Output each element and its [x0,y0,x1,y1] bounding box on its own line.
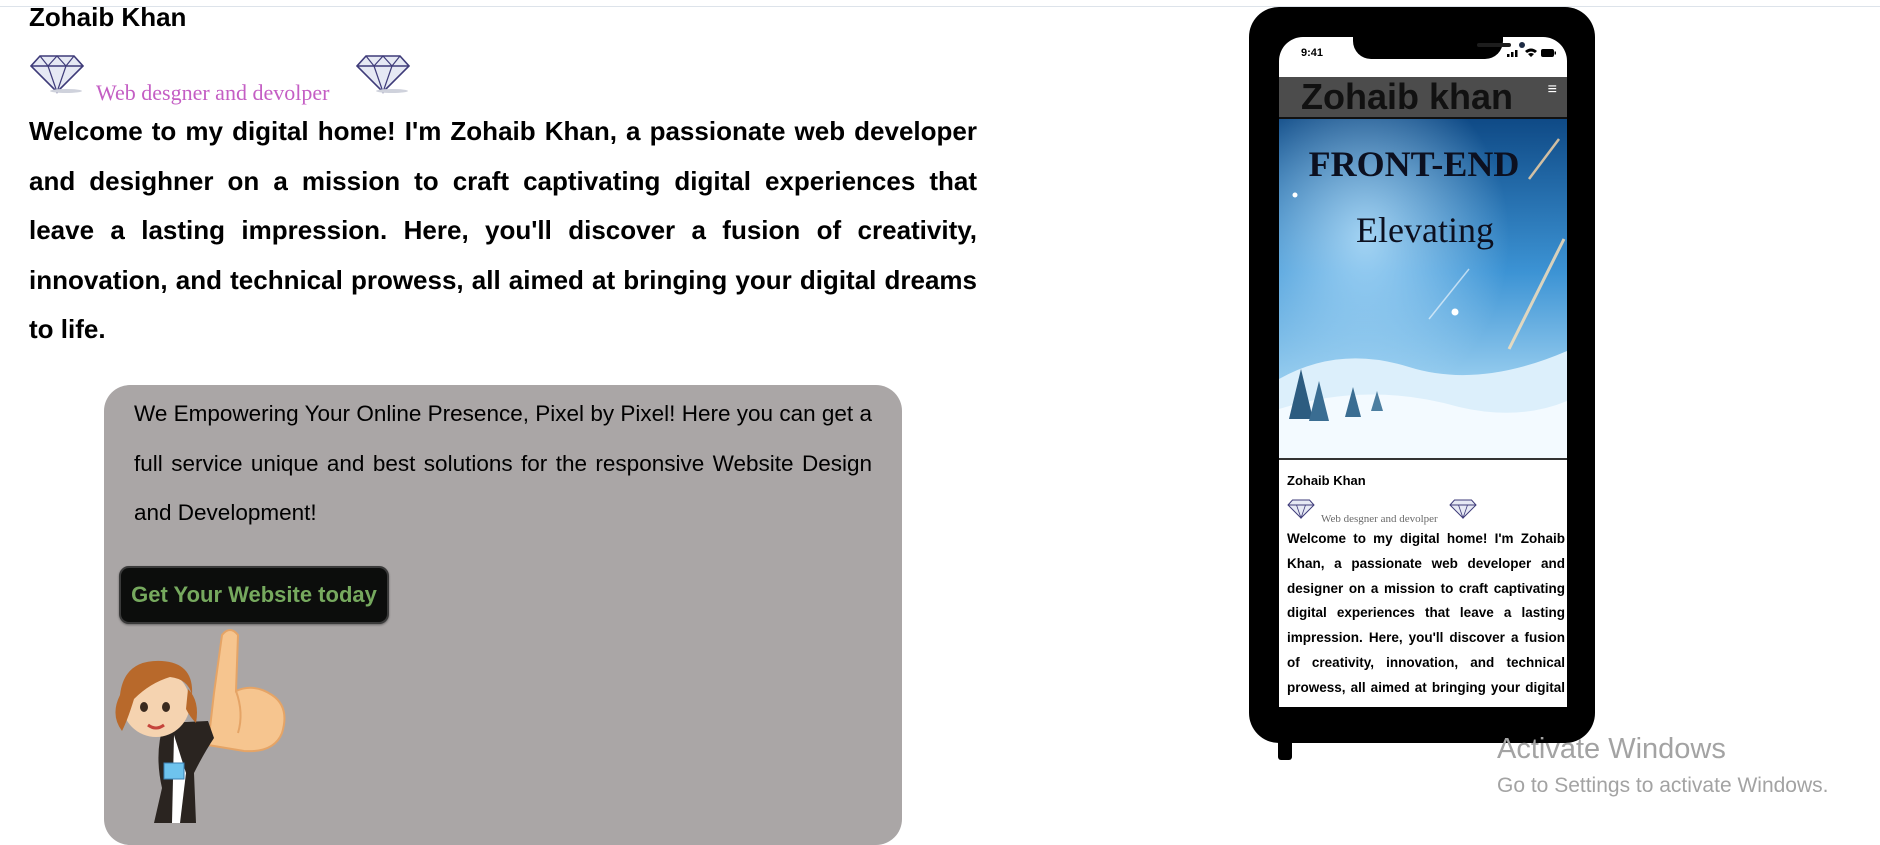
hamburger-icon[interactable]: ≡ [1548,82,1557,98]
mobile-role-row: Web desgner and devolper [1287,499,1487,525]
hero-divider [1279,458,1567,460]
pointing-woman-illustration [115,629,286,823]
get-website-button[interactable]: Get Your Website today [119,566,389,624]
mobile-navbar: Zohaib khan ≡ [1279,77,1567,119]
promo-text: We Empowering Your Online Presence, Pixe… [134,401,872,525]
hero-banner: FRONT-END Elevating [1279,119,1567,459]
phone-notch [1353,37,1525,59]
hero-subtitle: Elevating [1356,210,1494,250]
phone-screen: 9:41 Zohaib khan ≡ FRONT-END Elevating Z… [1279,37,1567,707]
status-icons [1507,48,1556,57]
mobile-role-subtitle: Web desgner and devolper [1321,513,1438,525]
phone-mockup: 9:41 Zohaib khan ≡ FRONT-END Elevating Z… [1249,7,1595,743]
diamond-icon [1287,499,1315,519]
diamond-icon [30,55,84,94]
intro-paragraph: Welcome to my digital home! I'm Zohaib K… [29,116,977,344]
diamond-icon [1449,499,1477,519]
hero-title: FRONT-END [1308,144,1520,184]
activation-watermark-title: Activate Windows [1497,733,1726,765]
mobile-intro-paragraph: Welcome to my digital home! I'm Zohaib K… [1287,531,1565,707]
page-name-heading: Zohaib Khan [29,2,187,32]
promo-panel: We Empowering Your Online Presence, Pixe… [104,385,902,845]
status-time: 9:41 [1301,47,1324,59]
mobile-nav-title: Zohaib khan [1301,76,1514,117]
top-divider [0,6,1880,7]
activation-watermark-hint: Go to Settings to activate Windows. [1497,774,1829,797]
diamond-icon [356,55,410,94]
phone-shadow [1278,730,1292,760]
mobile-name-heading: Zohaib Khan [1287,473,1366,488]
role-row: Web desgner and devolper [30,52,420,112]
role-subtitle: Web desgner and devolper [96,80,330,105]
